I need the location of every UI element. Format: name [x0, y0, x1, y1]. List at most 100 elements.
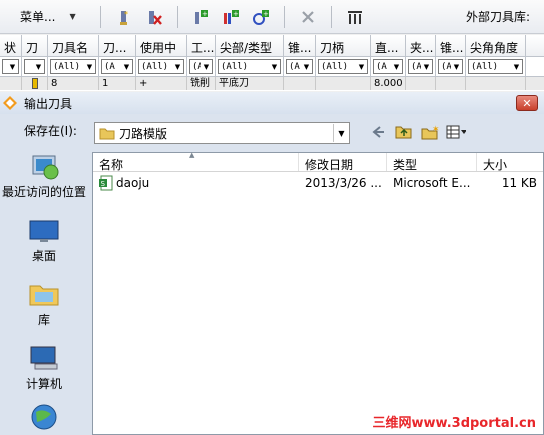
tool-grid: 状刀刀具名 刀... 使用中 工... 尖部/类型 锥... 刀柄 直... 夹... 锥... 尖… — [0, 35, 544, 91]
desktop-icon — [29, 220, 59, 242]
file-size: 11 KB — [501, 176, 537, 190]
dialog-titlebar[interactable]: 输出刀具 — [0, 92, 544, 114]
table-cell — [406, 77, 436, 90]
file-list: ▲ 名称 修改日期 类型 大小 S daoju 2013/3/26 ... Mi… — [92, 151, 544, 435]
add-multiple-tools-button[interactable]: + — [220, 6, 242, 28]
delete-tool-button[interactable] — [143, 6, 165, 28]
table-cell — [284, 77, 316, 90]
table-cell — [466, 77, 526, 90]
back-button[interactable] — [368, 122, 388, 142]
main-toolbar: 菜单... ▼ * + + + 外部刀具库: — [0, 0, 544, 34]
filter-dropdown[interactable]: (A ▼ — [438, 59, 463, 74]
add-holder-button[interactable]: + — [250, 6, 272, 28]
filter-dropdown[interactable]: ▼ — [24, 59, 45, 74]
back-arrow-icon — [372, 126, 384, 138]
filter-dropdown[interactable]: (A ▼ — [286, 59, 313, 74]
place-computer-label: 计算机 — [25, 377, 62, 391]
filter-columns-button[interactable] — [344, 6, 366, 28]
grid-column-header[interactable]: 使用中 — [136, 35, 187, 56]
place-libraries[interactable]: 库 — [0, 280, 88, 328]
grid-column-header[interactable]: 尖角角度 — [466, 35, 526, 56]
remove-disabled-icon — [302, 10, 314, 23]
places-bar: 最近访问的位置 桌面 库 计算机 — [0, 152, 88, 435]
filter-dropdown[interactable]: (All) ▼ — [138, 59, 184, 74]
grid-header: 状刀刀具名 刀... 使用中 工... 尖部/类型 锥... 刀柄 直... 夹... 锥... 尖… — [0, 35, 544, 57]
chevron-down-icon: ▼ — [393, 62, 400, 71]
up-folder-button[interactable] — [394, 122, 414, 142]
disabled-tool-button[interactable] — [297, 6, 319, 28]
grid-column-header[interactable]: 刀 — [22, 35, 48, 56]
filter-dropdown[interactable]: (A ▼ — [408, 59, 433, 74]
table-cell: 8 — [48, 77, 99, 90]
new-folder-button[interactable]: ✶ — [420, 122, 440, 142]
column-name[interactable]: 名称 — [93, 153, 299, 171]
grid-column-header[interactable]: 工... — [187, 35, 216, 56]
view-menu-button[interactable] — [446, 122, 466, 142]
chevron-down-icon: ▼ — [203, 62, 210, 71]
file-name: daoju — [116, 176, 150, 190]
chevron-down-icon: ▼ — [358, 62, 365, 71]
grid-column-header[interactable]: 直... — [371, 35, 406, 56]
table-cell — [22, 77, 48, 90]
app-icon — [3, 96, 17, 110]
column-modified[interactable]: 修改日期 — [299, 153, 387, 171]
add-tool-button[interactable]: + — [190, 6, 212, 28]
grid-column-header[interactable]: 锥... — [284, 35, 316, 56]
place-computer[interactable]: 计算机 — [0, 344, 88, 392]
svg-text:+: + — [202, 10, 208, 18]
close-button[interactable]: ✕ — [516, 95, 538, 111]
new-tool-button[interactable]: * — [113, 6, 135, 28]
filter-value: (A — [411, 61, 421, 72]
chevron-down-icon: ▼ — [123, 62, 130, 71]
chevron-down-icon: ▼ — [271, 62, 278, 71]
grid-column-header[interactable]: 刀柄 — [316, 35, 371, 56]
close-icon: ✕ — [522, 96, 532, 110]
grid-filter-cell: (A ▼ — [284, 57, 316, 76]
sort-ascending-icon: ▲ — [189, 151, 195, 159]
filter-dropdown[interactable]: (All) ▼ — [50, 59, 96, 74]
file-name-cell: S daoju — [93, 175, 299, 191]
grid-column-header[interactable]: 锥... — [436, 35, 466, 56]
column-type[interactable]: 类型 — [387, 153, 477, 171]
filter-value: (A — [289, 61, 300, 72]
grid-filter-cell: (A ▼ — [406, 57, 436, 76]
new-tool-icon: * — [120, 10, 128, 25]
table-cell: 平底刀 — [216, 77, 284, 90]
chevron-down-icon: ▼ — [453, 62, 460, 71]
grid-column-header[interactable]: 刀... — [99, 35, 136, 56]
filter-dropdown[interactable]: (A ▼ — [373, 59, 403, 74]
grid-filter-cell: (A ▼ — [99, 57, 136, 76]
filter-dropdown[interactable]: (A ▼ — [189, 59, 213, 74]
grid-filter-cell: (All) ▼ — [216, 57, 284, 76]
table-cell: 1 — [99, 77, 136, 90]
filter-dropdown[interactable]: (A ▼ — [101, 59, 133, 74]
filter-value: (A — [104, 61, 115, 72]
filter-dropdown[interactable]: (All) ▼ — [468, 59, 523, 74]
filter-value: (All) — [53, 61, 81, 72]
filter-value: (All) — [221, 61, 249, 72]
filter-dropdown[interactable]: (All) ▼ — [218, 59, 281, 74]
svg-text:*: * — [124, 10, 128, 19]
place-desktop-label: 桌面 — [31, 249, 56, 263]
filter-dropdown[interactable]: ▼ — [2, 59, 19, 74]
place-network[interactable] — [0, 402, 88, 435]
table-cell — [0, 77, 22, 90]
grid-column-header[interactable]: 刀具名 — [48, 35, 99, 56]
grid-column-header[interactable]: 夹... — [406, 35, 436, 56]
table-row[interactable]: 8 1 + 铣削 平底刀 8.000 — [0, 77, 544, 90]
filter-dropdown[interactable]: (All) ▼ — [318, 59, 368, 74]
table-cell — [316, 77, 371, 90]
watermark: 三维网www.3dportal.cn — [372, 416, 536, 431]
file-row[interactable]: S daoju 2013/3/26 ... Microsoft E... 11 … — [93, 172, 543, 194]
grid-column-header[interactable]: 尖部/类型 — [216, 35, 284, 56]
place-desktop[interactable]: 桌面 — [0, 218, 88, 264]
chevron-down-icon: ▼ — [513, 62, 520, 71]
save-in-label: 保存在(I): — [24, 124, 77, 138]
menu-dropdown[interactable]: 菜单... ▼ — [0, 8, 92, 25]
dialog-title: 输出刀具 — [24, 96, 73, 111]
column-size[interactable]: 大小 — [477, 153, 543, 171]
grid-column-header[interactable]: 状 — [0, 35, 22, 56]
place-recent[interactable]: 最近访问的位置 — [0, 152, 88, 199]
filter-value: (All) — [141, 61, 169, 72]
save-in-combobox[interactable]: 刀路模版 ▼ — [94, 122, 350, 144]
